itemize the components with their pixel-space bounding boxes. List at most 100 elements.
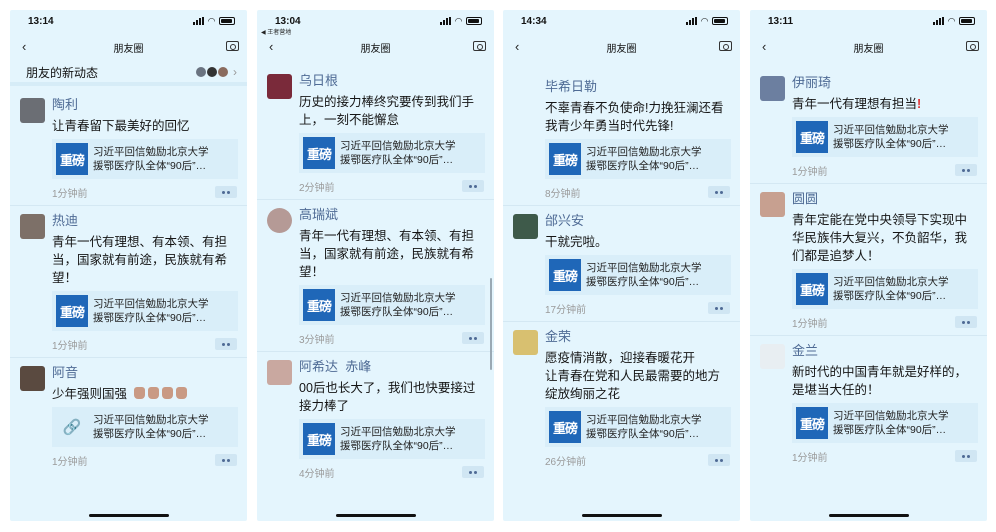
shared-article[interactable]: 重磅 习近平回信勉励北京大学 援鄂医疗队全体“90后”… — [792, 269, 978, 309]
avatar[interactable] — [267, 74, 292, 99]
poster-name[interactable]: 乌日根 — [299, 72, 486, 90]
avatar[interactable] — [20, 214, 45, 239]
shared-article[interactable]: 重磅 习近平回信勉励北京大学 援鄂医疗队全体“90后”… — [52, 139, 238, 179]
more-actions-icon[interactable] — [955, 164, 977, 176]
more-actions-icon[interactable] — [708, 186, 730, 198]
signal-icon — [686, 17, 698, 25]
moment-post: 热迪 青年一代有理想、有本领、有担当，国家就有前途，民族就有希望！ 重磅 习近平… — [10, 206, 247, 358]
article-title-line: 援鄂医疗队全体“90后”… — [340, 306, 454, 318]
poster-name[interactable]: 热迪 — [52, 212, 239, 230]
status-icons: ◠ — [933, 16, 975, 27]
article-title-line: 援鄂医疗队全体“90后”… — [833, 138, 947, 150]
wifi-icon: ◠ — [701, 15, 708, 26]
avatar[interactable] — [20, 366, 45, 391]
status-time: 13:14 — [28, 15, 54, 27]
article-title-line: 习近平回信勉励北京大学 — [340, 140, 456, 152]
new-updates-bar[interactable]: 朋友的新动态 › — [10, 62, 247, 86]
post-meta: 1分钟前 — [792, 157, 979, 183]
article-title-line: 习近平回信勉励北京大学 — [93, 298, 209, 310]
post-time: 26分钟前 — [545, 456, 587, 468]
poster-name[interactable]: 陶利 — [52, 96, 239, 114]
more-actions-icon[interactable] — [215, 338, 237, 350]
camera-icon[interactable] — [966, 41, 979, 51]
avatar[interactable] — [760, 344, 785, 369]
article-thumbnail: 重磅 — [303, 137, 335, 169]
status-time: 13:11 — [768, 15, 794, 27]
article-thumbnail: 重磅 — [303, 423, 335, 455]
poster-name[interactable]: 高瑞斌 — [299, 206, 486, 224]
signal-icon — [193, 17, 205, 25]
more-actions-icon[interactable] — [462, 466, 484, 478]
shared-article[interactable]: 重磅 习近平回信勉励北京大学 援鄂医疗队全体“90后”… — [545, 255, 731, 295]
more-actions-icon[interactable] — [462, 180, 484, 192]
shared-article[interactable]: 重磅 习近平回信勉励北京大学 援鄂医疗队全体“90后”… — [792, 117, 978, 157]
more-actions-icon[interactable] — [215, 186, 237, 198]
poster-name[interactable]: 圆圆 — [792, 190, 979, 208]
more-actions-icon[interactable] — [462, 332, 484, 344]
back-arrow-icon[interactable]: ‹ — [515, 39, 519, 54]
avatar[interactable] — [267, 208, 292, 233]
more-actions-icon[interactable] — [708, 454, 730, 466]
wifi-icon: ◠ — [208, 15, 215, 26]
back-arrow-icon[interactable]: ‹ — [22, 39, 26, 54]
article-title: 习近平回信勉励北京大学 援鄂医疗队全体“90后”… — [93, 297, 209, 325]
phone-screen-4: 13:11 ◠ ‹ 朋友圈 伊丽琦 青年一代有理想有担当! 重磅 习近平回信勉励… — [750, 10, 987, 521]
avatar[interactable] — [267, 360, 292, 385]
poster-name[interactable]: 阿音 — [52, 364, 239, 382]
poster-name[interactable]: 金兰 — [792, 342, 979, 360]
shared-article[interactable]: 重磅 习近平回信勉励北京大学 援鄂医疗队全体“90后”… — [299, 285, 485, 325]
poster-name[interactable]: 金荣 — [545, 328, 732, 346]
article-title: 习近平回信勉励北京大学 援鄂医疗队全体“90后”… — [586, 413, 702, 441]
status-time-text: 13:04 — [275, 15, 301, 27]
camera-icon[interactable] — [226, 41, 239, 51]
shared-article[interactable]: 重磅 习近平回信勉励北京大学 援鄂医疗队全体“90后”… — [792, 403, 978, 443]
poster-name[interactable]: 邰兴安 — [545, 212, 732, 230]
article-thumbnail: 重磅 — [796, 121, 828, 153]
more-actions-icon[interactable] — [955, 316, 977, 328]
post-time: 1分钟前 — [792, 318, 828, 330]
poster-name[interactable]: 毕希日勒 — [545, 78, 732, 96]
post-text: 青年定能在党中央领导下实现中华民族伟大复兴，不负韶华，我们都是追梦人！ — [792, 213, 968, 263]
home-indicator — [828, 514, 909, 517]
article-title: 习近平回信勉励北京大学 援鄂医疗队全体“90后”… — [93, 413, 209, 441]
avatar[interactable] — [513, 330, 538, 355]
phone-screen-2: 13:04 ◀ 王者营地 ◠ ‹ 朋友圈 乌日根 历史的接力棒终究要传到我们手上，… — [257, 10, 494, 521]
shared-article[interactable]: 重磅 习近平回信勉励北京大学 援鄂医疗队全体“90后”… — [545, 139, 731, 179]
shared-article[interactable]: 重磅 习近平回信勉励北京大学 援鄂医疗队全体“90后”… — [545, 407, 731, 447]
avatar[interactable] — [760, 76, 785, 101]
post-text: 青年一代有理想有担当! — [792, 95, 979, 113]
avatar[interactable] — [513, 214, 538, 239]
shared-article[interactable]: 重磅 习近平回信勉励北京大学 援鄂医疗队全体“90后”… — [52, 291, 238, 331]
avatar[interactable] — [20, 98, 45, 123]
moment-post: 阿音 少年强则国强 🔗 习近平回信勉励北京大学 援鄂医疗队全体“90后”… 1分… — [10, 358, 247, 473]
post-time: 1分钟前 — [792, 166, 828, 178]
post-meta: 4分钟前 — [299, 459, 486, 485]
post-time: 1分钟前 — [52, 188, 88, 200]
article-title-line: 习近平回信勉励北京大学 — [586, 146, 702, 158]
camera-icon[interactable] — [719, 41, 732, 51]
shared-article[interactable]: 重磅 习近平回信勉励北京大学 援鄂医疗队全体“90后”… — [299, 133, 485, 173]
moment-post: 毕希日勒 不辜青春不负使命!力挽狂澜还看我青少年勇当时代先锋! 重磅 习近平回信… — [503, 62, 740, 206]
poster-name[interactable]: 伊丽琦 — [792, 74, 979, 92]
home-indicator — [88, 514, 169, 517]
poster-name[interactable]: 阿希达 赤峰 — [299, 358, 486, 376]
thumbs-up-icon — [147, 387, 159, 399]
exclamation-icon: ! — [917, 97, 922, 111]
camera-icon[interactable] — [473, 41, 486, 51]
article-title: 习近平回信勉励北京大学 援鄂医疗队全体“90后”… — [93, 145, 209, 173]
more-actions-icon[interactable] — [708, 302, 730, 314]
shared-article[interactable]: 重磅 习近平回信勉励北京大学 援鄂医疗队全体“90后”… — [299, 419, 485, 459]
article-title: 习近平回信勉励北京大学 援鄂医疗队全体“90后”… — [586, 261, 702, 289]
article-thumbnail: 重磅 — [549, 259, 581, 291]
scrollbar[interactable] — [490, 278, 492, 370]
post-time: 1分钟前 — [792, 452, 828, 464]
more-actions-icon[interactable] — [215, 454, 237, 466]
back-arrow-icon[interactable]: ‹ — [269, 39, 273, 54]
shared-article[interactable]: 🔗 习近平回信勉励北京大学 援鄂医疗队全体“90后”… — [52, 407, 238, 447]
post-text-content: 青年一代有理想有担当 — [792, 97, 918, 111]
back-arrow-icon[interactable]: ‹ — [762, 39, 766, 54]
more-actions-icon[interactable] — [955, 450, 977, 462]
home-indicator — [335, 514, 416, 517]
avatar[interactable] — [760, 192, 785, 217]
post-time: 17分钟前 — [545, 304, 587, 316]
